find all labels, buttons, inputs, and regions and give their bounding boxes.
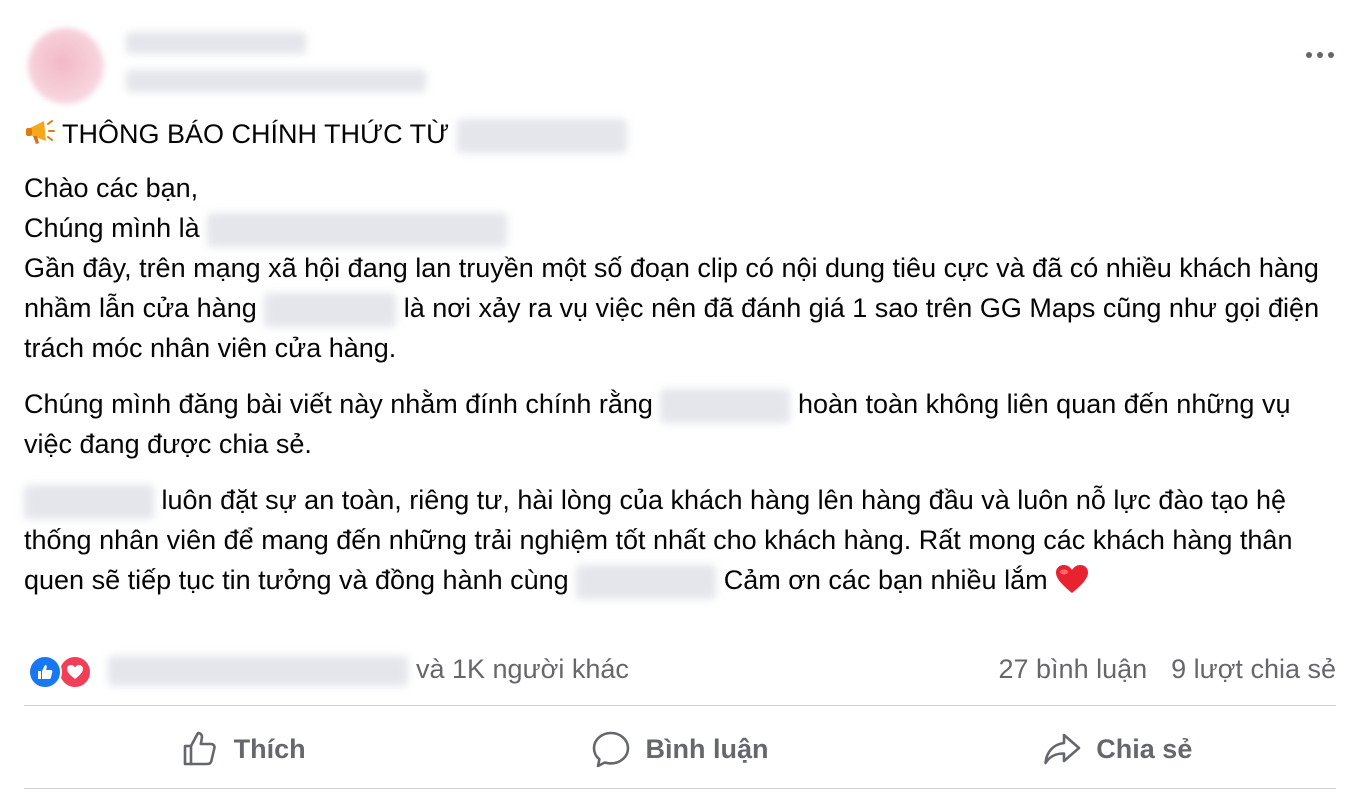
share-count[interactable]: 9 lượt chia sẻ (1171, 654, 1336, 685)
reaction-icons[interactable] (28, 655, 98, 689)
love-reaction-icon (58, 655, 92, 689)
megaphone-icon (24, 114, 62, 154)
action-bar: Thích Bình luận Chia sẻ (24, 712, 1336, 786)
post-header (22, 18, 1342, 108)
brand-name-redacted (264, 292, 397, 327)
share-label: Chia sẻ (1096, 733, 1193, 764)
intro-text: Chúng mình là (24, 213, 200, 243)
paragraph-2: Chúng mình đăng bài viết này nhằm đính c… (24, 384, 1344, 464)
brand-name-redacted (24, 484, 154, 519)
post-body: THÔNG BÁO CHÍNH THỨC TỪ Chào các bạn, Ch… (24, 114, 1344, 600)
like-label: Thích (233, 733, 306, 764)
headline-text: THÔNG BÁO CHÍNH THỨC TỪ (62, 119, 450, 149)
reactions-bar: và 1K người khác 27 bình luận 9 lượt chi… (24, 652, 1336, 692)
brand-name-redacted (660, 388, 791, 423)
reaction-count[interactable]: và 1K người khác (416, 654, 629, 685)
comment-bubble-icon (593, 731, 630, 768)
paragraph-3: luôn đặt sự an toàn, riêng tư, hài lòng … (24, 480, 1344, 600)
avatar[interactable] (28, 28, 104, 104)
like-reaction-icon (28, 655, 62, 689)
brand-name-redacted (576, 564, 717, 599)
reactor-names-redacted[interactable] (108, 656, 408, 686)
paragraph-1: Gần đây, trên mạng xã hội đang lan truyề… (24, 248, 1344, 368)
comment-label: Bình luận (645, 733, 769, 764)
author-name-redacted[interactable] (126, 32, 306, 54)
more-options-icon[interactable] (1300, 40, 1340, 70)
greeting-text: Chào các bạn, (24, 173, 199, 203)
brand-name-redacted (456, 118, 627, 153)
post-timestamp-redacted[interactable] (126, 70, 426, 92)
like-button[interactable]: Thích (24, 712, 461, 786)
post-headline: THÔNG BÁO CHÍNH THỨC TỪ (24, 114, 1344, 154)
thumbs-up-icon (183, 731, 216, 766)
brand-name-redacted (207, 212, 508, 247)
comment-button[interactable]: Bình luận (461, 712, 898, 786)
engagement-counts: 27 bình luận 9 lượt chia sẻ (999, 654, 1337, 685)
paragraph-3-text-b: Cảm ơn các bạn nhiều lắm (723, 565, 1048, 595)
paragraph-2-text-a: Chúng mình đăng bài viết này nhằm đính c… (24, 389, 653, 419)
share-arrow-icon (1044, 733, 1081, 765)
comment-count[interactable]: 27 bình luận (999, 654, 1148, 685)
heart-emoji-icon (1055, 565, 1089, 595)
share-button[interactable]: Chia sẻ (899, 712, 1336, 786)
intro-line: Chúng mình là (24, 208, 1344, 248)
divider (24, 788, 1336, 789)
divider (24, 705, 1336, 706)
